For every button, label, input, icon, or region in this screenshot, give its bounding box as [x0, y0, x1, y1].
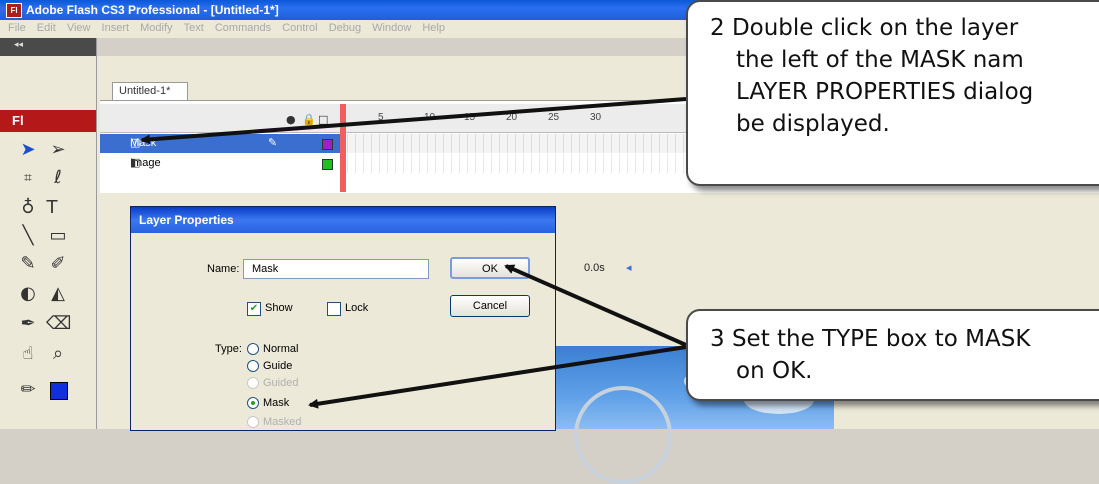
callout-line: LAYER PROPERTIES dialog: [736, 79, 1034, 105]
callout-line: 2 Double click on the layer: [710, 15, 1019, 41]
callout-step-2: 2 Double click on the layer the left of …: [686, 0, 1099, 186]
callout-line: be displayed.: [736, 111, 890, 137]
callout-line: 3 Set the TYPE box to MASK: [710, 326, 1031, 352]
arrow-to-ok-button: [504, 264, 687, 347]
callout-step-3: 3 Set the TYPE box to MASK on OK.: [686, 309, 1099, 401]
callout-line: on OK.: [736, 358, 813, 384]
arrow-to-layer-icon: [140, 97, 687, 145]
arrow-to-mask-radio: [308, 345, 687, 409]
callout-line: the left of the MASK nam: [736, 47, 1024, 73]
